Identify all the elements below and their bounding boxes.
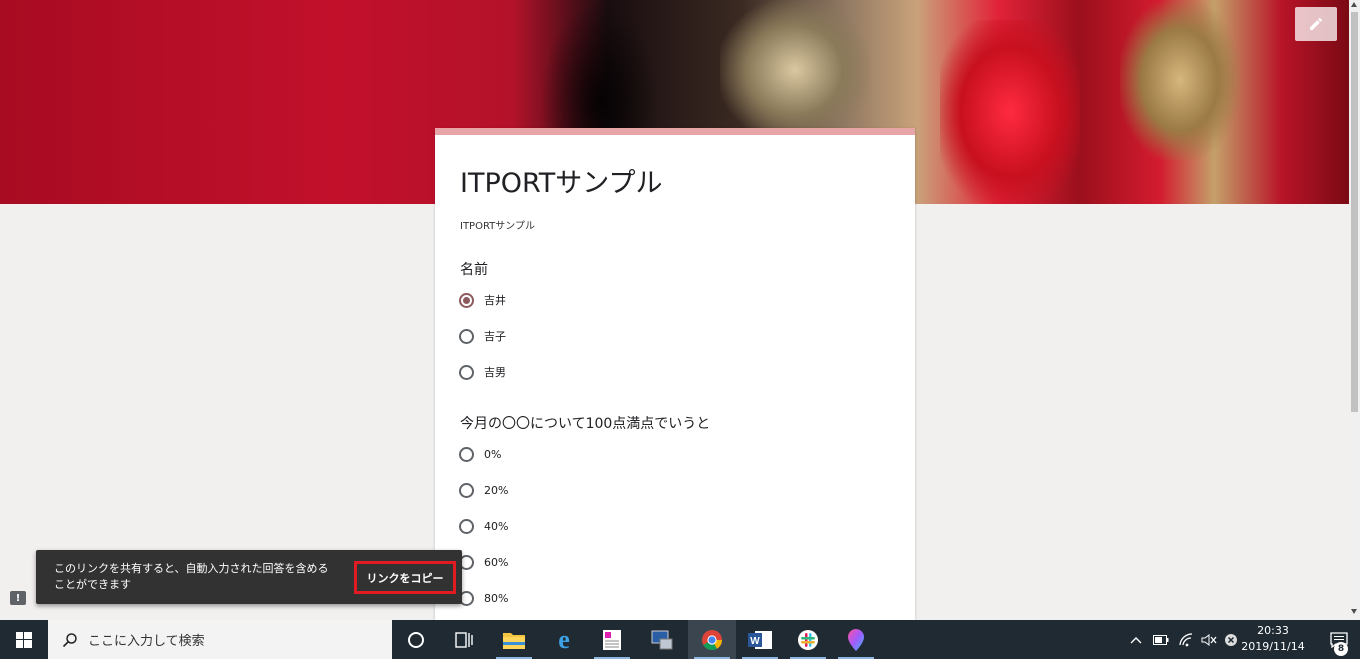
radio-button[interactable] (459, 518, 474, 534)
chrome-icon (702, 629, 723, 650)
chrome-button[interactable] (688, 620, 736, 659)
network-button[interactable] (1176, 620, 1198, 659)
show-hidden-icons-button[interactable] (1126, 620, 1146, 659)
remote-desktop-icon (651, 630, 673, 649)
option-yoshio[interactable]: 吉男 (459, 362, 506, 382)
option-label: 吉井 (484, 294, 506, 307)
option-label: 吉子 (484, 330, 506, 343)
task-view-button[interactable] (440, 620, 488, 659)
map-pin-icon (848, 628, 864, 651)
scroll-up-arrow-icon[interactable] (1351, 2, 1357, 7)
word-button[interactable]: W (736, 620, 784, 659)
search-placeholder: ここに入力して検索 (88, 634, 205, 649)
internet-explorer-icon: e (558, 624, 570, 654)
cortana-circle-icon (408, 631, 424, 648)
option-20[interactable]: 20% (459, 480, 508, 500)
question-title-score: 今月の〇〇について100点満点でいうと (460, 416, 711, 432)
folder-icon (503, 632, 525, 649)
option-label: 0% (484, 447, 502, 461)
radio-button[interactable] (459, 446, 474, 462)
svg-text:W: W (750, 636, 760, 647)
scroll-down-arrow-icon[interactable] (1351, 609, 1357, 614)
edit-button[interactable] (1295, 7, 1337, 41)
radio-button-checked[interactable] (459, 292, 474, 308)
notepad-app-button[interactable] (588, 620, 636, 659)
close-circle-icon (1225, 633, 1237, 646)
remote-desktop-button[interactable] (638, 620, 686, 659)
option-40[interactable]: 40% (459, 516, 508, 536)
option-0[interactable]: 0% (459, 444, 501, 464)
taskbar-clock[interactable]: 20:33 2019/11/14 (1240, 623, 1306, 655)
wifi-icon (1179, 632, 1193, 646)
document-app-icon (603, 629, 621, 650)
status-button[interactable] (1220, 620, 1242, 659)
page-scrollbar[interactable] (1349, 0, 1360, 620)
snackbar-message: このリンクを共有すると、自動入力された回答を含めることができます (54, 562, 329, 591)
form-description: ITPORTサンプル (460, 221, 535, 232)
slack-button[interactable] (784, 620, 832, 659)
battery-icon (1153, 634, 1169, 645)
search-icon (62, 632, 77, 647)
form-card: ITPORTサンプル ITPORTサンプル 名前 吉井 吉子 吉男 今月の〇〇に… (435, 128, 915, 620)
option-yoshii[interactable]: 吉井 (459, 290, 506, 310)
word-icon: W (748, 630, 772, 649)
option-label: 40% (484, 519, 509, 533)
taskbar-search[interactable]: ここに入力して検索 (48, 620, 392, 659)
form-title: ITPORTサンプル (460, 168, 663, 199)
copy-link-label: リンクをコピー (366, 571, 444, 585)
notification-badge: 8 (1334, 642, 1348, 656)
question-title-name: 名前 (460, 262, 488, 278)
option-60[interactable]: 60% (459, 552, 508, 572)
option-label: 吉男 (484, 366, 506, 379)
feedback-icon[interactable]: ! (10, 591, 26, 605)
start-button[interactable] (0, 620, 48, 659)
volume-muted-icon (1201, 633, 1217, 646)
snackbar: このリンクを共有すると、自動入力された回答を含めることができます リンクをコピー (36, 550, 462, 604)
clock-time: 20:33 (1257, 624, 1289, 637)
taskbar: ここに入力して検索 e W 20:33 2019/11/14 8 (0, 620, 1360, 659)
cortana-button[interactable] (392, 620, 440, 659)
internet-explorer-button[interactable]: e (540, 620, 588, 659)
action-center-button[interactable]: 8 (1318, 620, 1360, 659)
maps-app-button[interactable] (832, 620, 880, 659)
slack-icon (798, 629, 818, 650)
radio-button[interactable] (459, 328, 474, 344)
chevron-up-icon (1130, 636, 1142, 643)
option-label: 80% (484, 591, 509, 605)
radio-button[interactable] (459, 364, 474, 380)
radio-button[interactable] (459, 482, 474, 498)
windows-logo-icon (16, 631, 32, 648)
option-80[interactable]: 80% (459, 588, 508, 608)
battery-button[interactable] (1150, 620, 1172, 659)
volume-button[interactable] (1198, 620, 1220, 659)
pencil-icon (1310, 17, 1323, 30)
copy-link-button[interactable]: リンクをコピー (354, 561, 456, 594)
clock-date: 2019/11/14 (1241, 640, 1305, 653)
option-label: 60% (484, 555, 509, 569)
file-explorer-button[interactable] (490, 620, 538, 659)
option-yoshiko[interactable]: 吉子 (459, 326, 506, 346)
option-label: 20% (484, 483, 509, 497)
scrollbar-thumb[interactable] (1351, 12, 1358, 412)
task-view-icon (455, 631, 473, 648)
